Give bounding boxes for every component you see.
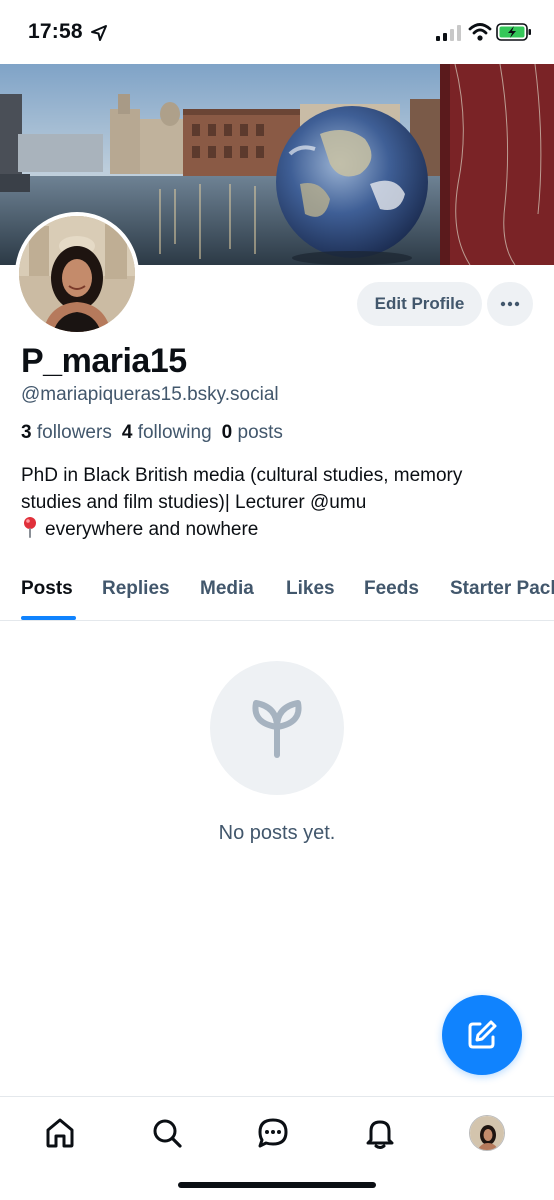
bio-line-1: PhD in Black British media (cultural stu… [21,465,463,486]
following-count: 4 [121,422,133,443]
profile-tabs: Posts Replies Media Likes Feeds Starter … [0,568,554,621]
posts-stat: 0 posts [222,422,283,443]
profile-bio: PhD in Black British media (cultural stu… [21,462,541,543]
avatar-photo [19,216,135,332]
tab-posts[interactable]: Posts [21,578,73,600]
chat-icon [258,1118,288,1148]
empty-state-text: No posts yet. [218,822,336,844]
posts-count: 0 [221,422,233,443]
posts-label: posts [237,422,283,443]
tab-feeds[interactable]: Feeds [364,578,419,600]
nav-home[interactable] [42,1115,78,1151]
bio-line-2: studies and film studies)| Lecturer @umu [21,492,367,513]
search-icon [153,1119,182,1148]
following-label: following [137,422,212,443]
nav-notifications[interactable] [362,1115,398,1151]
bio-line-3: everywhere and nowhere [45,519,259,540]
display-name: P_maria15 [21,342,187,380]
bell-icon [366,1120,394,1149]
active-tab-indicator [21,616,76,620]
compose-post-button[interactable] [442,995,522,1075]
followers-label: followers [36,422,112,443]
following-link[interactable]: 4 following [122,422,212,443]
profile-stats: 3 followers 4 following 0 posts [21,422,283,444]
sprout-icon [252,700,302,758]
battery-charging-icon [496,23,531,41]
profile-avatar[interactable] [15,212,139,336]
pushpin-icon [24,517,36,538]
tab-replies[interactable]: Replies [102,578,170,600]
more-dots-icon [500,301,520,307]
location-arrow-icon [91,25,107,41]
more-options-button[interactable] [487,282,533,326]
bio-line-3-container: everywhere and nowhere [21,516,541,543]
status-bar: 17:58 [0,0,554,64]
home-indicator [178,1182,376,1188]
followers-link[interactable]: 3 followers [21,422,112,443]
tab-starter-packs[interactable]: Starter Packs [450,578,554,600]
nav-chat[interactable] [255,1115,291,1151]
wifi-icon [468,23,492,41]
edit-profile-button[interactable]: Edit Profile [357,282,482,326]
nav-search[interactable] [149,1115,185,1151]
bottom-navigation [0,1096,554,1200]
empty-state-icon-circle [210,661,344,795]
tab-media[interactable]: Media [200,578,254,600]
status-time: 17:58 [28,20,83,43]
followers-count: 3 [21,422,32,443]
cellular-signal-icon [436,25,461,41]
home-icon [46,1118,74,1148]
profile-avatar-icon [470,1116,504,1150]
compose-icon [468,1020,497,1049]
tab-likes[interactable]: Likes [286,578,335,600]
nav-profile-avatar[interactable] [469,1115,505,1151]
profile-handle: @mariapiqueras15.bsky.social [21,384,279,405]
